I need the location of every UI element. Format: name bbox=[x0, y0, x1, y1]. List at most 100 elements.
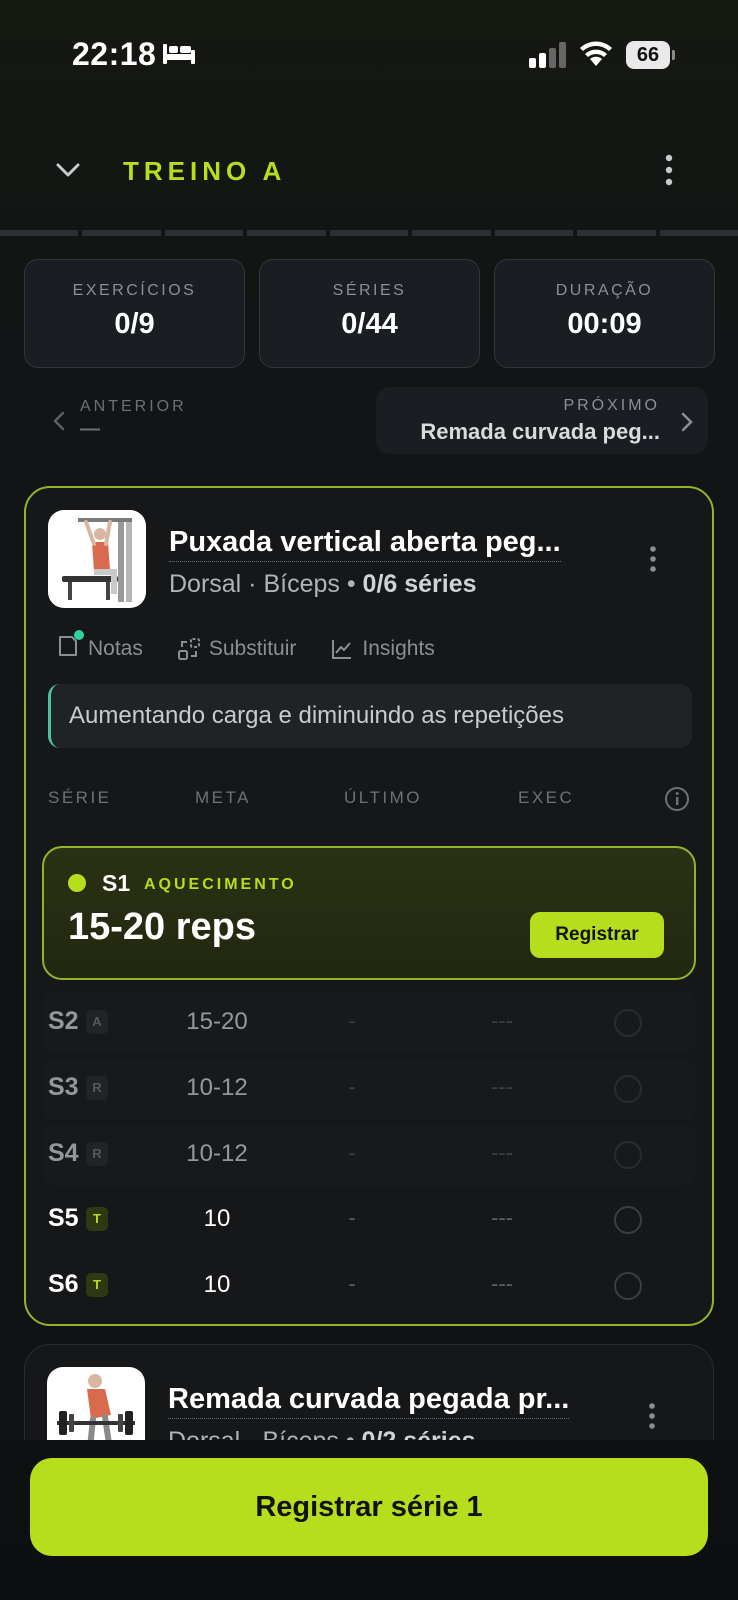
set-last: - bbox=[348, 1140, 356, 1165]
stat-series: SÉRIES 0/44 bbox=[259, 259, 480, 368]
stat-label: EXERCÍCIOS bbox=[72, 282, 197, 299]
notes-label: Notas bbox=[88, 637, 143, 660]
next-exercise-more-icon[interactable] bbox=[645, 1401, 659, 1431]
exercise-card: Puxada vertical aberta peg... Dorsal · B… bbox=[24, 486, 714, 1326]
set-exec[interactable]: --- bbox=[462, 1271, 542, 1297]
set-last: - bbox=[348, 1008, 356, 1033]
next-exercise-name[interactable]: Remada curvada pegada pr... bbox=[168, 1383, 570, 1419]
info-icon[interactable] bbox=[664, 786, 690, 812]
active-status-dot bbox=[68, 874, 86, 892]
set-exec[interactable]: --- bbox=[462, 1140, 542, 1166]
set-row[interactable]: S3 R 10-12 - --- bbox=[42, 1058, 696, 1120]
set-goal: 15-20 bbox=[186, 1008, 248, 1035]
set-row[interactable]: S6 T 10 - --- bbox=[42, 1255, 696, 1317]
register-set-button[interactable]: Registrar bbox=[530, 912, 664, 958]
set-id: S5 bbox=[48, 1204, 79, 1232]
stat-value: 00:09 bbox=[567, 308, 642, 340]
set-id: S2 bbox=[48, 1007, 79, 1035]
set-complete-checkbox[interactable] bbox=[614, 1206, 642, 1234]
stat-label: DURAÇÃO bbox=[555, 282, 654, 299]
exercise-meta: Dorsal · Bíceps • 0/6 séries bbox=[169, 570, 477, 598]
chart-line-icon bbox=[332, 640, 352, 659]
lat-pulldown-illustration bbox=[62, 518, 132, 602]
stat-value: 0/44 bbox=[341, 308, 398, 340]
set-id: S6 bbox=[48, 1270, 79, 1298]
exercise-note[interactable]: Aumentando carga e diminuindo as repetiç… bbox=[48, 684, 692, 748]
column-set: SÉRIE bbox=[48, 788, 112, 807]
set-row[interactable]: S2 A 15-20 - --- bbox=[42, 992, 696, 1054]
active-set-row[interactable]: S1 AQUECIMENTO 15-20 reps Registrar bbox=[42, 846, 696, 980]
notes-button[interactable]: Notas bbox=[56, 630, 143, 664]
stat-label: SÉRIES bbox=[332, 282, 407, 299]
exercise-thumbnail[interactable] bbox=[48, 510, 146, 608]
bed-icon bbox=[163, 44, 195, 64]
set-complete-checkbox[interactable] bbox=[614, 1272, 642, 1300]
set-complete-checkbox[interactable] bbox=[614, 1141, 642, 1169]
active-set-label: S1 bbox=[102, 870, 131, 896]
exercise-actions: Notas Substituir Insights bbox=[56, 630, 435, 664]
set-type-badge: R bbox=[86, 1076, 108, 1100]
set-goal: 10 bbox=[203, 1271, 231, 1298]
exercise-name[interactable]: Puxada vertical aberta peg... bbox=[169, 526, 561, 562]
set-complete-checkbox[interactable] bbox=[614, 1075, 642, 1103]
stat-duration: DURAÇÃO 00:09 bbox=[494, 259, 715, 368]
stat-value: 0/9 bbox=[114, 308, 155, 340]
set-goal: 10-12 bbox=[186, 1074, 248, 1101]
set-type-badge: A bbox=[86, 1010, 108, 1034]
next-value: Remada curvada peg... bbox=[420, 419, 660, 444]
exercise-muscles: Dorsal · Bíceps bbox=[169, 570, 340, 598]
battery-level: 66 bbox=[626, 41, 670, 69]
insights-label: Insights bbox=[362, 637, 435, 660]
column-goal: META bbox=[195, 788, 251, 807]
status-bar: 22:18 66 bbox=[0, 0, 738, 110]
chevron-left-icon bbox=[53, 411, 65, 431]
active-set-reps: 15-20 reps bbox=[68, 906, 257, 948]
chevron-right-icon bbox=[681, 412, 693, 432]
substitute-button[interactable]: Substituir bbox=[177, 634, 297, 664]
substitute-label: Substituir bbox=[208, 637, 297, 660]
column-last: ÚLTIMO bbox=[344, 788, 422, 807]
set-type-badge: R bbox=[86, 1142, 108, 1166]
set-id: S4 bbox=[48, 1139, 79, 1167]
set-complete-checkbox[interactable] bbox=[614, 1009, 642, 1037]
next-exercise-button[interactable]: PRÓXIMO Remada curvada peg... bbox=[376, 387, 708, 454]
active-set-type: AQUECIMENTO bbox=[144, 876, 297, 893]
set-exec[interactable]: --- bbox=[462, 1205, 542, 1231]
set-last: - bbox=[348, 1074, 356, 1099]
workout-title: TREINO A bbox=[123, 156, 287, 186]
bottom-action-bar: Registrar série 1 bbox=[0, 1440, 738, 1600]
previous-label: ANTERIOR bbox=[80, 398, 187, 415]
sets-table-header: SÉRIE META ÚLTIMO EXEC bbox=[48, 786, 692, 816]
set-type-badge: T bbox=[86, 1273, 108, 1297]
next-label: PRÓXIMO bbox=[563, 397, 660, 414]
exercise-sets-progress: 0/6 séries bbox=[362, 570, 477, 598]
insights-button[interactable]: Insights bbox=[330, 634, 435, 664]
chevron-down-icon[interactable] bbox=[48, 150, 88, 190]
set-last: - bbox=[348, 1205, 356, 1230]
note-icon-wrap bbox=[56, 630, 84, 664]
previous-exercise-button[interactable]: ANTERIOR — bbox=[46, 388, 246, 454]
exercise-more-icon[interactable] bbox=[646, 544, 660, 574]
signal-icon bbox=[529, 42, 566, 68]
set-exec[interactable]: --- bbox=[462, 1008, 542, 1034]
set-last: - bbox=[348, 1271, 356, 1296]
substitute-icon bbox=[177, 638, 200, 660]
exercise-progress-bar bbox=[0, 230, 738, 238]
battery-indicator: 66 bbox=[626, 41, 675, 69]
status-time: 22:18 bbox=[72, 36, 157, 72]
set-id: S3 bbox=[48, 1073, 79, 1101]
set-row[interactable]: S5 T 10 - --- bbox=[42, 1189, 696, 1251]
stat-exercises: EXERCÍCIOS 0/9 bbox=[24, 259, 245, 368]
set-row[interactable]: S4 R 10-12 - --- bbox=[42, 1124, 696, 1186]
note-indicator-dot bbox=[74, 630, 84, 640]
previous-value: — bbox=[80, 418, 100, 440]
column-exec: EXEC bbox=[518, 788, 575, 807]
set-exec[interactable]: --- bbox=[462, 1074, 542, 1100]
wifi-icon bbox=[580, 41, 612, 66]
register-set-cta-button[interactable]: Registrar série 1 bbox=[30, 1458, 708, 1556]
note-text: Aumentando carga e diminuindo as repetiç… bbox=[69, 702, 564, 729]
workout-header: TREINO A bbox=[0, 140, 738, 200]
more-options-icon[interactable] bbox=[658, 152, 680, 188]
set-goal: 10 bbox=[203, 1205, 231, 1232]
set-goal: 10-12 bbox=[186, 1140, 248, 1167]
